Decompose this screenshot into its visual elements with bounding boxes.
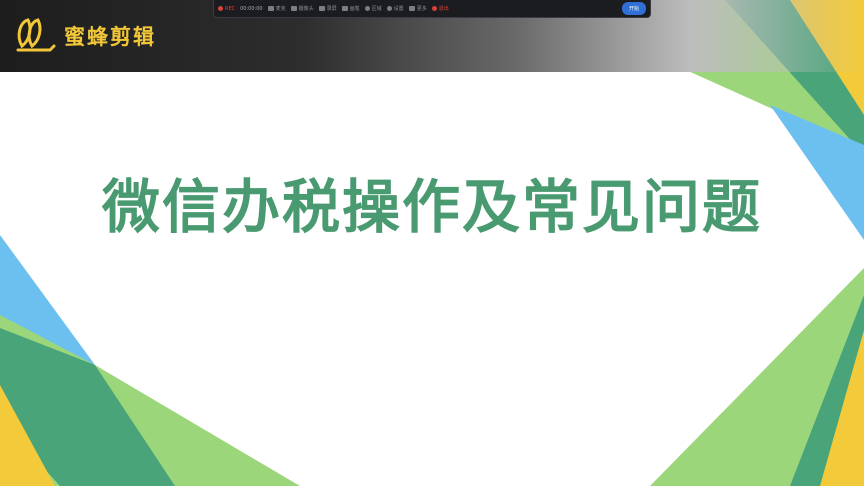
toolbar-item-label: 更多 <box>416 6 427 12</box>
record-timer: 00:00:00 <box>240 5 263 12</box>
bee-logo-icon <box>16 18 56 52</box>
toolbar-item-label: 设置 <box>393 6 404 12</box>
toolbar-item-settings[interactable]: 设置 <box>386 5 404 12</box>
toolbar-item-label: 录屏 <box>326 6 337 12</box>
toolbar-item-pen[interactable]: 画笔 <box>341 5 360 12</box>
toolbar-item-screen[interactable]: 录屏 <box>318 5 337 12</box>
screen-icon <box>318 6 325 11</box>
slide-title: 微信办税操作及常见问题 <box>101 173 762 241</box>
brand-name: 蜜蜂剪辑 <box>64 25 156 49</box>
record-indicator[interactable]: REC <box>218 6 235 12</box>
brand-logo: 蜜蜂剪辑 <box>14 16 156 56</box>
camera-icon <box>290 6 297 11</box>
exit-button[interactable]: 退出 <box>431 5 449 12</box>
record-label: REC <box>225 5 236 12</box>
more-icon <box>408 6 415 11</box>
recorder-toolbar: REC 00:00:00 麦克 摄像头 录屏 画笔 区域 设置 更多 退出 开始 <box>213 0 651 18</box>
record-dot-icon <box>218 6 223 11</box>
exit-label: 退出 <box>438 6 449 12</box>
pen-icon <box>341 6 348 11</box>
exit-icon <box>431 6 437 11</box>
toolbar-item-label: 画笔 <box>349 6 360 12</box>
start-button[interactable]: 开始 <box>621 2 646 15</box>
toolbar-item-more[interactable]: 更多 <box>408 5 427 12</box>
microphone-icon <box>267 6 274 11</box>
toolbar-item-mic[interactable]: 麦克 <box>267 5 286 12</box>
toolbar-item-label: 区域 <box>371 6 382 12</box>
settings-icon <box>386 6 392 11</box>
toolbar-item-camera[interactable]: 摄像头 <box>290 5 314 12</box>
region-icon <box>364 6 370 11</box>
toolbar-item-label: 摄像头 <box>298 6 314 12</box>
toolbar-item-region[interactable]: 区域 <box>364 5 382 12</box>
toolbar-item-label: 麦克 <box>275 6 286 12</box>
